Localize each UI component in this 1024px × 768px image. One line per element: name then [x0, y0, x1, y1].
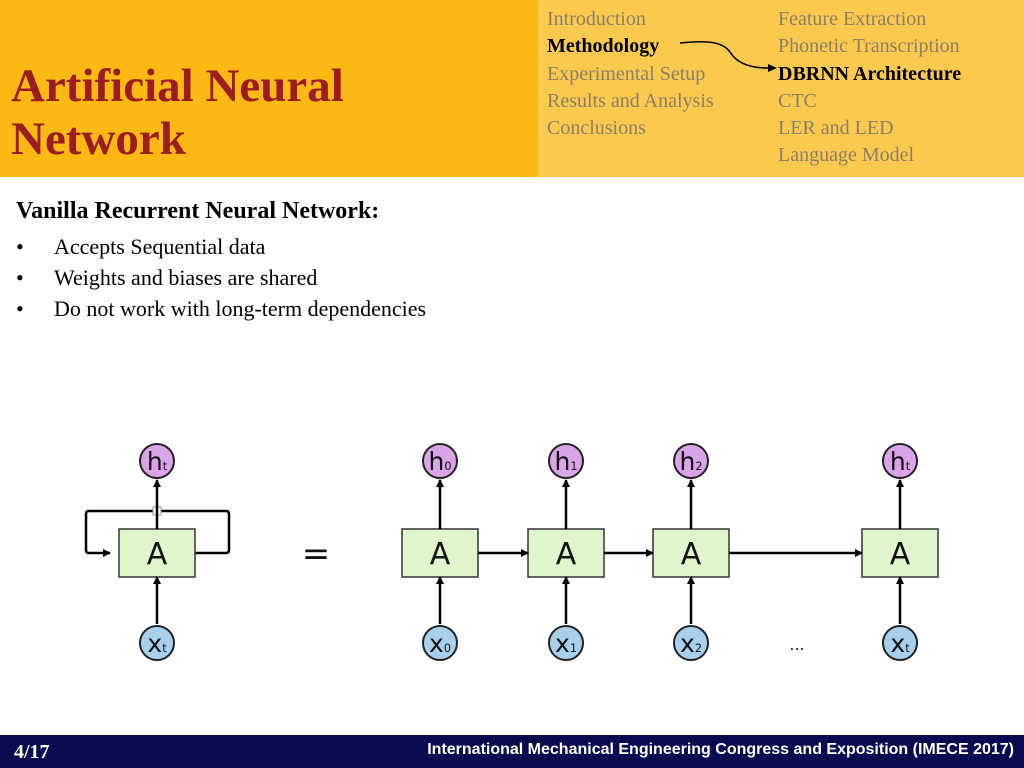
slide-title: Artificial Neural Network [11, 60, 344, 166]
nav-item-feature-extraction[interactable]: Feature Extraction [778, 6, 961, 33]
nav-item-phonetic-transcription[interactable]: Phonetic Transcription [778, 33, 961, 60]
bullet-item: • Do not work with long-term dependencies [16, 293, 426, 324]
slide-title-line1: Artificial Neural [11, 60, 344, 112]
nav-connector-arrow-icon [679, 40, 777, 72]
bullet-text: Do not work with long-term dependencies [54, 296, 427, 321]
bullet-text: Weights and biases are shared [54, 265, 318, 290]
bullet-icon: • [16, 234, 24, 259]
nav-item-language-model[interactable]: Language Model [778, 142, 961, 169]
nav-item-ctc[interactable]: CTC [778, 88, 961, 115]
nav-item-ler-and-led[interactable]: LER and LED [778, 115, 961, 142]
bullet-item: • Weights and biases are shared [16, 262, 426, 293]
ellipsis: ... [789, 635, 804, 654]
unrolled-cell-3-label: A [890, 537, 911, 572]
nav-item-conclusions[interactable]: Conclusions [547, 115, 714, 142]
nav-item-introduction[interactable]: Introduction [547, 6, 714, 33]
footer-bar: 4/17 International Mechanical Engineerin… [0, 735, 1024, 768]
nav-subsections: Feature Extraction Phonetic Transcriptio… [778, 6, 961, 170]
conference-name: International Mechanical Engineering Con… [427, 741, 1014, 758]
equals-sign: = [302, 534, 331, 574]
slide-title-line2: Network [11, 113, 186, 165]
rolled-cell-label: A [147, 537, 168, 572]
nav-item-dbrnn-architecture[interactable]: DBRNN Architecture [778, 61, 961, 88]
nav-item-results-and-analysis[interactable]: Results and Analysis [547, 88, 714, 115]
rnn-diagram: Ahtxt= Ah0x0Ah1x1Ah2x2Ahtxt... [84, 443, 939, 661]
bullet-text: Accepts Sequential data [54, 234, 266, 259]
unrolled-cell-1-label: A [556, 537, 577, 572]
page-number: 4/17 [14, 741, 50, 763]
bullet-icon: • [16, 296, 24, 321]
bullet-list: • Accepts Sequential data • Weights and bi… [16, 231, 426, 324]
bullet-item: • Accepts Sequential data [16, 231, 426, 262]
bullet-icon: • [16, 265, 24, 290]
unrolled-cell-2-label: A [681, 537, 702, 572]
section-heading: Vanilla Recurrent Neural Network: [16, 198, 380, 224]
unrolled-cell-0-label: A [430, 537, 451, 572]
